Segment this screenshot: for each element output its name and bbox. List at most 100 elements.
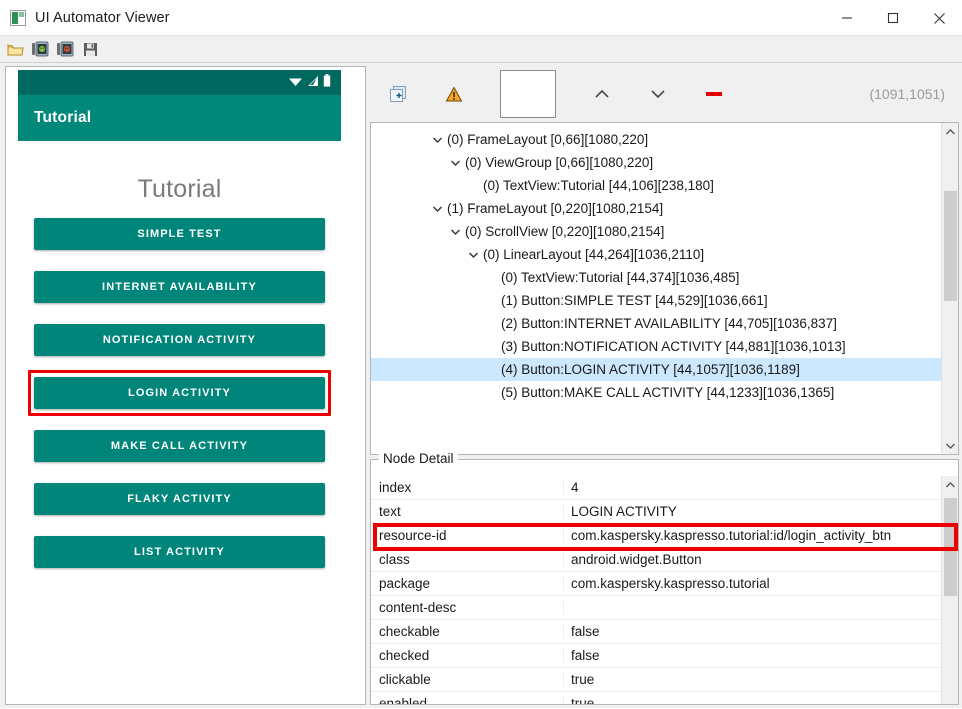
- tree-row[interactable]: (0) TextView:Tutorial [44,374][1036,485]: [371, 266, 941, 289]
- tree-row[interactable]: (0) ScrollView [0,220][1080,2154]: [371, 220, 941, 243]
- tree-row[interactable]: (0) FrameLayout [0,66][1080,220]: [371, 128, 941, 151]
- node-detail-value: com.kaspersky.kaspresso.tutorial: [571, 576, 770, 591]
- tree-row-label: (0) ScrollView [0,220][1080,2154]: [465, 224, 665, 239]
- device-screenshot-icon[interactable]: [29, 38, 52, 61]
- chevron-down-icon[interactable]: [447, 224, 463, 240]
- node-detail-key: checkable: [371, 624, 564, 639]
- app-bar-title: Tutorial: [34, 109, 92, 126]
- node-detail-key: resource-id: [371, 528, 564, 543]
- tree-row-label: (4) Button:LOGIN ACTIVITY [44,1057][1036…: [501, 362, 800, 377]
- device-screenshot-panel[interactable]: Tutorial Tutorial SIMPLE TEST INTERNET AV…: [5, 66, 366, 705]
- window-title: UI Automator Viewer: [35, 10, 170, 26]
- chevron-down-icon[interactable]: [429, 201, 445, 217]
- device-screenshot-compressed-icon[interactable]: [54, 38, 77, 61]
- tree-row-label: (5) Button:MAKE CALL ACTIVITY [44,1233][…: [501, 385, 835, 400]
- android-button-label: FLAKY ACTIVITY: [127, 493, 232, 505]
- node-detail-row[interactable]: index 4: [371, 476, 941, 500]
- node-detail-row[interactable]: checkable false: [371, 620, 941, 644]
- node-detail-row[interactable]: package com.kaspersky.kaspresso.tutorial: [371, 572, 941, 596]
- chevron-up-icon[interactable]: [574, 66, 630, 122]
- node-detail-value: true: [571, 696, 595, 704]
- hierarchy-panel: (1091,1051) (0) FrameLayout [0,66][1080,…: [370, 66, 959, 705]
- android-button-list: SIMPLE TEST INTERNET AVAILABILITY NOTIFICA…: [28, 218, 331, 568]
- node-detail-key: checked: [371, 648, 564, 663]
- detail-scroll-thumb[interactable]: [944, 498, 957, 596]
- save-icon[interactable]: [79, 38, 102, 61]
- tree-vertical-scrollbar[interactable]: [941, 123, 958, 454]
- cursor-coordinates: (1091,1051): [869, 86, 945, 102]
- signal-icon: [307, 74, 319, 92]
- open-folder-icon[interactable]: [4, 38, 27, 61]
- tree-row-label: (1) Button:SIMPLE TEST [44,529][1036,661…: [501, 293, 768, 308]
- android-button-flaky-activity[interactable]: FLAKY ACTIVITY: [34, 483, 325, 515]
- node-detail-value: com.kaspersky.kaspresso.tutorial:id/logi…: [571, 528, 892, 543]
- android-button-notification-activity[interactable]: NOTIFICATION ACTIVITY: [34, 324, 325, 356]
- android-app-bar: Tutorial: [18, 95, 341, 141]
- node-detail-key: clickable: [371, 672, 564, 687]
- node-detail-value: true: [571, 672, 595, 687]
- tree-row[interactable]: (3) Button:NOTIFICATION ACTIVITY [44,881…: [371, 335, 941, 358]
- chevron-down-icon[interactable]: [429, 132, 445, 148]
- node-detail-value: LOGIN ACTIVITY: [571, 504, 677, 519]
- scroll-up-arrow-icon[interactable]: [942, 476, 959, 493]
- android-button-label: INTERNET AVAILABILITY: [102, 281, 257, 293]
- tree-row[interactable]: (2) Button:INTERNET AVAILABILITY [44,705…: [371, 312, 941, 335]
- android-button-simple-test[interactable]: SIMPLE TEST: [34, 218, 325, 250]
- scroll-down-arrow-icon[interactable]: [942, 437, 959, 454]
- tree-row[interactable]: (1) FrameLayout [0,220][1080,2154]: [371, 197, 941, 220]
- node-detail-row[interactable]: checked false: [371, 644, 941, 668]
- node-tree[interactable]: (0) FrameLayout [0,66][1080,220] (0) View…: [371, 123, 941, 454]
- node-detail-table[interactable]: index 4 text LOGIN ACTIVITY resource-id com.k…: [371, 476, 941, 704]
- node-detail-inner: index 4 text LOGIN ACTIVITY resource-id com.k…: [371, 476, 958, 704]
- node-detail-key: package: [371, 576, 564, 591]
- window-controls: [824, 0, 962, 36]
- android-button-make-call-activity[interactable]: MAKE CALL ACTIVITY: [34, 430, 325, 462]
- tree-scroll-thumb[interactable]: [944, 191, 957, 301]
- tree-row[interactable]: (0) TextView:Tutorial [44,106][238,180]: [371, 174, 941, 197]
- device-frame: Tutorial Tutorial SIMPLE TEST INTERNET AV…: [18, 70, 341, 700]
- scroll-up-arrow-icon[interactable]: [942, 123, 959, 140]
- chevron-down-icon[interactable]: [630, 66, 686, 122]
- tree-row[interactable]: (0) LinearLayout [44,264][1036,2110]: [371, 243, 941, 266]
- node-detail-key: index: [371, 480, 564, 495]
- detail-vertical-scrollbar[interactable]: [941, 476, 958, 704]
- tree-row[interactable]: (5) Button:MAKE CALL ACTIVITY [44,1233][…: [371, 381, 941, 404]
- node-detail-panel: Node Detail index 4 text LOGIN ACTIVITY reso…: [370, 451, 959, 705]
- minimize-button[interactable]: [824, 0, 870, 36]
- node-detail-row[interactable]: text LOGIN ACTIVITY: [371, 500, 941, 524]
- maximize-button[interactable]: [870, 0, 916, 36]
- window-title-bar: UI Automator Viewer: [0, 0, 962, 36]
- node-detail-row[interactable]: enabled true: [371, 692, 941, 704]
- tree-row-label: (0) FrameLayout [0,66][1080,220]: [447, 132, 649, 147]
- node-detail-row[interactable]: clickable true: [371, 668, 941, 692]
- node-detail-row[interactable]: resource-id com.kaspersky.kaspresso.tutor…: [371, 524, 941, 548]
- tree-row[interactable]: (4) Button:LOGIN ACTIVITY [44,1057][1036…: [371, 358, 941, 381]
- node-detail-key: content-desc: [371, 600, 564, 615]
- tree-row[interactable]: (1) Button:SIMPLE TEST [44,529][1036,661…: [371, 289, 941, 312]
- node-detail-row[interactable]: content-desc: [371, 596, 941, 620]
- tree-row-label: (0) TextView:Tutorial [44,374][1036,485]: [501, 270, 740, 285]
- tree-row-label: (0) TextView:Tutorial [44,106][238,180]: [483, 178, 714, 193]
- node-tree-panel[interactable]: (0) FrameLayout [0,66][1080,220] (0) View…: [370, 122, 959, 455]
- close-button[interactable]: [916, 0, 962, 36]
- warning-triangle-icon[interactable]: [426, 66, 482, 122]
- android-button-label: LOGIN ACTIVITY: [128, 387, 231, 399]
- android-button-internet-availability[interactable]: INTERNET AVAILABILITY: [34, 271, 325, 303]
- tree-row-label: (0) ViewGroup [0,66][1080,220]: [465, 155, 654, 170]
- red-minus-icon[interactable]: [686, 66, 742, 122]
- chevron-down-icon[interactable]: [447, 155, 463, 171]
- chevron-down-icon[interactable]: [465, 247, 481, 263]
- toggle-explore-icon[interactable]: [370, 66, 426, 122]
- tree-row-label: (1) FrameLayout [0,220][1080,2154]: [447, 201, 664, 216]
- wifi-icon: [288, 74, 303, 92]
- tree-row[interactable]: (0) ViewGroup [0,66][1080,220]: [371, 151, 941, 174]
- android-button-list-activity[interactable]: LIST ACTIVITY: [34, 536, 325, 568]
- android-button-label: MAKE CALL ACTIVITY: [110, 440, 249, 452]
- app-window-icon: [10, 10, 26, 26]
- android-button-login-activity[interactable]: LOGIN ACTIVITY: [28, 370, 331, 416]
- tree-row-label: (0) LinearLayout [44,264][1036,2110]: [483, 247, 705, 262]
- node-detail-value: 4: [571, 480, 579, 495]
- battery-icon: [323, 73, 331, 92]
- preview-swatch-box[interactable]: [500, 70, 556, 118]
- node-detail-row[interactable]: class android.widget.Button: [371, 548, 941, 572]
